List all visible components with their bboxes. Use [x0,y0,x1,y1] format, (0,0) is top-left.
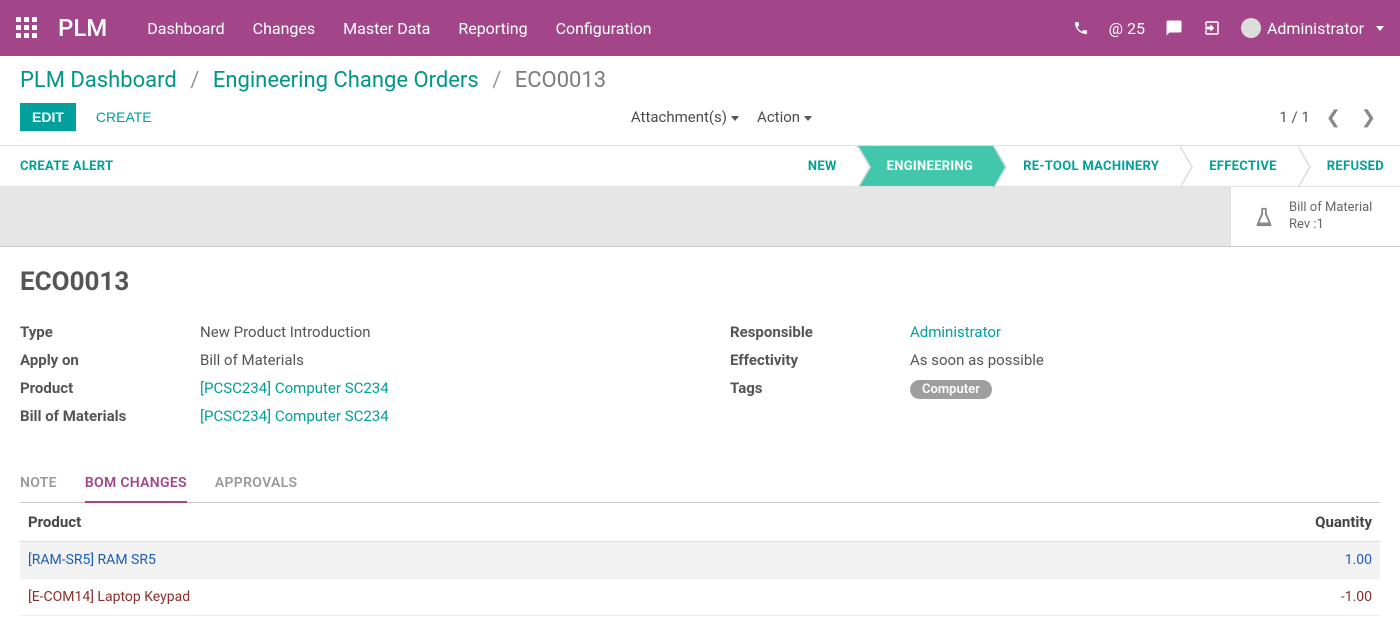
pager-count: 1 / 1 [1279,108,1310,126]
mentions-badge[interactable]: @ 25 [1109,19,1145,38]
chat-icon[interactable] [1165,19,1183,37]
menu-configuration[interactable]: Configuration [556,19,652,38]
create-alert-button[interactable]: CREATE ALERT [20,146,113,186]
breadcrumb-root[interactable]: PLM Dashboard [20,68,177,93]
field-col-left: Type New Product Introduction Apply on B… [20,323,670,435]
value-bom-link[interactable]: [PCSC234] Computer SC234 [200,407,389,425]
breadcrumb-bar: PLM Dashboard / Engineering Change Order… [0,56,1400,93]
label-effectivity: Effectivity [730,351,910,369]
row-product-link[interactable]: [RAM-SR5] RAM SR5 [28,552,156,568]
app-logo: PLM [58,14,107,42]
bom-rev-line1: Bill of Material [1289,200,1372,217]
control-bar: EDIT CREATE Attachment(s) Action 1 / 1 ❮… [0,93,1400,145]
edit-button[interactable]: EDIT [20,103,76,131]
apps-icon[interactable] [16,17,38,39]
stage-new[interactable]: NEW [778,146,857,186]
mid-actions: Attachment(s) Action [631,108,812,126]
label-bom: Bill of Materials [20,407,200,425]
label-responsible: Responsible [730,323,910,341]
flask-icon [1253,203,1275,231]
table-row[interactable]: [E-COM14] Laptop Keypad -1.00 [20,579,1380,616]
bom-rev-line2: Rev :1 [1289,217,1372,234]
breadcrumb-sep: / [492,68,501,93]
pager-next-icon[interactable]: ❯ [1357,107,1380,128]
stage-effective[interactable]: EFFECTIVE [1179,146,1297,186]
stage-retool[interactable]: RE-TOOL MACHINERY [993,146,1179,186]
table-row[interactable]: [RAM-SR5] RAM SR5 1.00 [20,542,1380,579]
pager: 1 / 1 ❮ ❯ [1279,107,1380,128]
attachments-dropdown[interactable]: Attachment(s) [631,108,739,126]
label-product: Product [20,379,200,397]
value-apply-on: Bill of Materials [200,351,304,369]
label-tags: Tags [730,379,910,397]
phone-icon[interactable] [1073,20,1089,36]
info-strip: Bill of Material Rev :1 [0,187,1400,247]
row-quantity: 1.00 [985,542,1380,579]
value-type: New Product Introduction [200,323,371,341]
user-name: Administrator [1267,19,1364,38]
breadcrumb: PLM Dashboard / Engineering Change Order… [20,68,1380,93]
stage-engineering[interactable]: ENGINEERING [857,146,993,186]
field-grid: Type New Product Introduction Apply on B… [20,323,1380,435]
menu-master-data[interactable]: Master Data [343,19,430,38]
avatar [1241,18,1261,38]
top-nav: PLM Dashboard Changes Master Data Report… [0,0,1400,56]
label-apply-on: Apply on [20,351,200,369]
tab-approvals[interactable]: APPROVALS [215,465,297,502]
pager-prev-icon[interactable]: ❮ [1322,107,1345,128]
th-product[interactable]: Product [20,503,985,542]
breadcrumb-sep: / [190,68,199,93]
breadcrumb-current: ECO0013 [515,68,606,93]
tag-computer[interactable]: Computer [910,380,992,399]
logout-icon[interactable] [1203,19,1221,37]
bom-rev-button[interactable]: Bill of Material Rev :1 [1230,187,1400,246]
bom-changes-table: Product Quantity [RAM-SR5] RAM SR5 1.00 … [20,503,1380,616]
th-quantity[interactable]: Quantity [985,503,1380,542]
breadcrumb-parent[interactable]: Engineering Change Orders [213,68,479,93]
row-product-link[interactable]: [E-COM14] Laptop Keypad [28,589,190,605]
row-quantity: -1.00 [985,579,1380,616]
menu-reporting[interactable]: Reporting [458,19,527,38]
value-product-link[interactable]: [PCSC234] Computer SC234 [200,379,389,397]
value-responsible-link[interactable]: Administrator [910,323,1001,341]
stages: NEW ENGINEERING RE-TOOL MACHINERY EFFECT… [778,146,1400,186]
tab-note[interactable]: NOTE [20,465,57,502]
field-col-right: Responsible Administrator Effectivity As… [730,323,1380,435]
menu-dashboard[interactable]: Dashboard [147,19,224,38]
bom-rev-text: Bill of Material Rev :1 [1289,200,1372,234]
record-title: ECO0013 [20,267,1380,297]
user-menu[interactable]: Administrator [1241,18,1384,38]
value-effectivity: As soon as possible [910,351,1044,369]
main-menu: Dashboard Changes Master Data Reporting … [147,19,651,38]
tab-bom-changes[interactable]: BOM CHANGES [85,465,187,503]
stage-refused[interactable]: REFUSED [1297,146,1400,186]
tabs: NOTE BOM CHANGES APPROVALS [20,465,1380,503]
form-body: ECO0013 Type New Product Introduction Ap… [0,247,1400,626]
label-type: Type [20,323,200,341]
create-button[interactable]: CREATE [84,103,164,131]
status-bar: CREATE ALERT NEW ENGINEERING RE-TOOL MAC… [0,145,1400,187]
menu-changes[interactable]: Changes [253,19,316,38]
topbar-right: @ 25 Administrator [1073,18,1384,38]
action-dropdown[interactable]: Action [757,108,812,126]
